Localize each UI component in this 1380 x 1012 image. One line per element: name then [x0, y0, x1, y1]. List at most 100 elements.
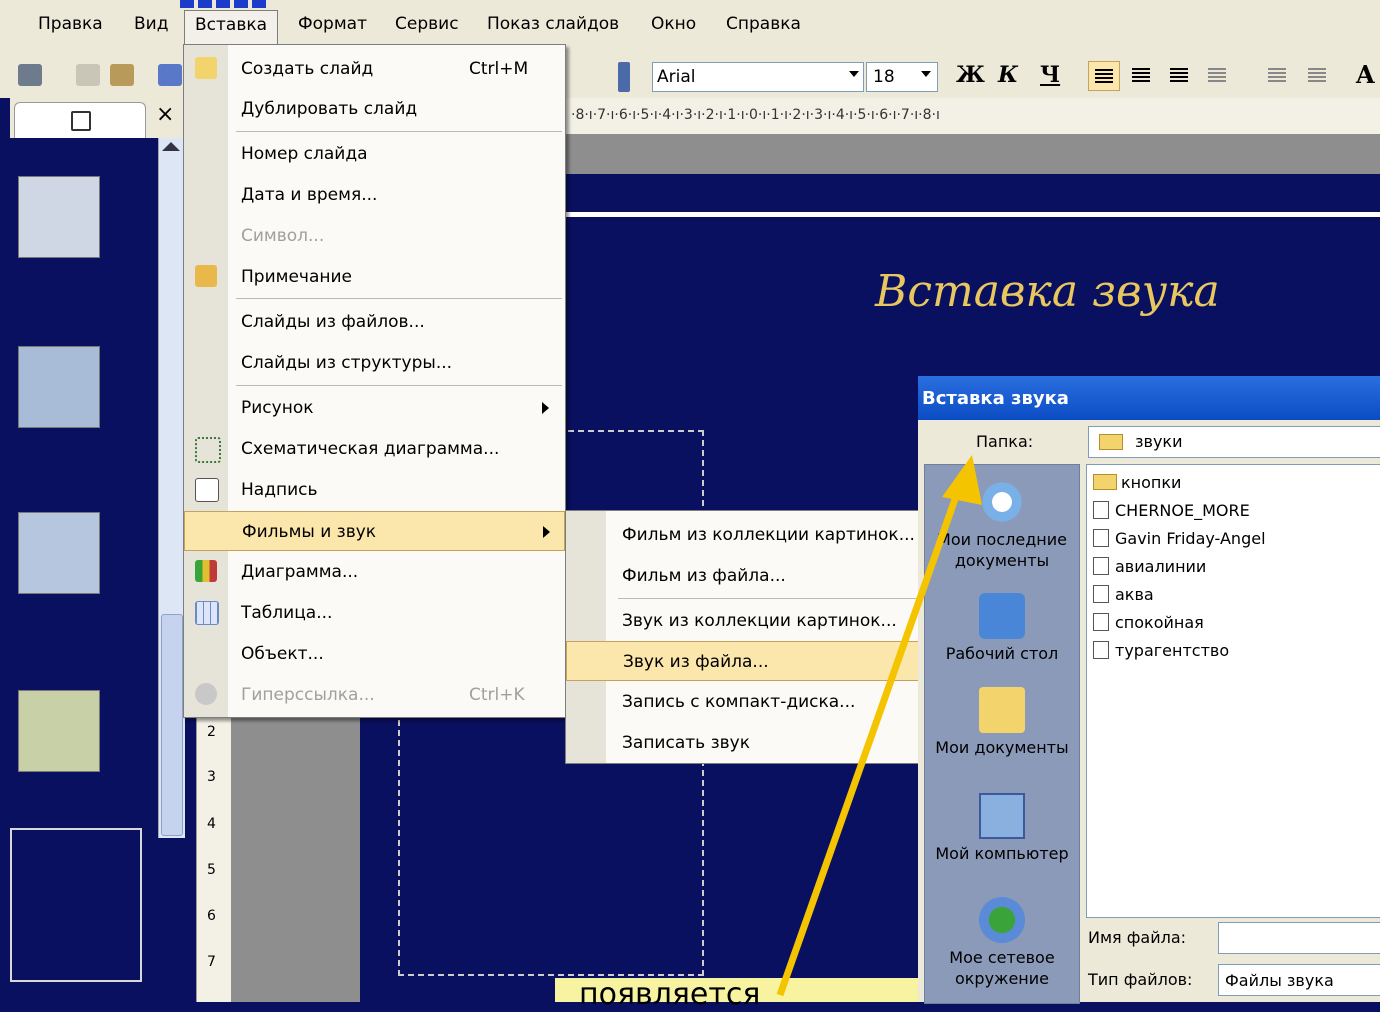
menu-item-textbox[interactable]: Надпись	[184, 470, 565, 510]
file-name: аква	[1115, 585, 1154, 604]
align-left-icon	[1095, 69, 1113, 83]
folder-icon	[1093, 474, 1117, 490]
slide-thumbnail-selected[interactable]	[10, 828, 142, 982]
menu-window[interactable]: Окно	[651, 14, 696, 34]
increase-font-button[interactable]: A	[1356, 60, 1375, 89]
italic-button[interactable]: К	[998, 62, 1018, 88]
title-decoration	[180, 0, 270, 8]
menu-tools[interactable]: Сервис	[395, 14, 459, 34]
menu-item-label: Дублировать слайд	[241, 99, 418, 119]
schematic-diagram-icon	[195, 437, 221, 463]
menu-item-label: Примечание	[241, 267, 352, 287]
textbox-icon	[195, 478, 219, 502]
menu-item-table[interactable]: Таблица...	[184, 593, 565, 633]
scroll-up-icon[interactable]	[162, 142, 180, 151]
menu-item-chart[interactable]: Диаграмма...	[184, 552, 565, 592]
thumbnails-scrollbar[interactable]	[158, 138, 185, 838]
numbered-list-icon[interactable]	[1268, 68, 1286, 82]
align-right-icon[interactable]	[1170, 68, 1188, 82]
new-slide-icon	[195, 57, 217, 79]
arrow-shaft	[776, 483, 964, 997]
slide-thumbnail[interactable]	[10, 486, 142, 640]
ruler-marks: ·8·ı·7·ı·6·ı·5·ı·4·ı·3·ı·2·ı·1·ı·0·ı·1·ı…	[571, 107, 940, 123]
print-icon[interactable]	[18, 64, 42, 86]
thumbnail-image	[18, 690, 100, 772]
tab-slides[interactable]	[14, 102, 146, 139]
table-icon	[195, 601, 219, 625]
bold-button[interactable]: Ж	[956, 62, 985, 88]
slide-thumbnail[interactable]	[10, 664, 142, 812]
menu-item-duplicate-slide[interactable]: Дублировать слайд	[184, 89, 565, 129]
filetype-select[interactable]: Файлы звука	[1218, 964, 1380, 996]
callout-text: появляется	[579, 977, 761, 1012]
sound-file-icon	[1093, 585, 1109, 603]
sound-file-icon	[1093, 613, 1109, 631]
copy-icon[interactable]	[76, 64, 100, 86]
close-panel-button[interactable]: ×	[156, 102, 174, 127]
menu-help[interactable]: Справка	[726, 14, 801, 34]
font-size-value: 18	[873, 67, 895, 87]
align-left-button[interactable]	[1088, 61, 1120, 91]
menu-view[interactable]: Вид	[134, 14, 168, 34]
menu-item-diagram-schematic[interactable]: Схематическая диаграмма...	[184, 429, 565, 469]
undo-icon[interactable]	[158, 64, 182, 86]
menu-item-object[interactable]: Объект...	[184, 634, 565, 674]
menu-item-slides-from-outline[interactable]: Слайды из структуры...	[184, 343, 565, 383]
menu-item-shortcut: Ctrl+K	[469, 685, 525, 705]
list-item[interactable]: кнопки	[1093, 473, 1181, 492]
menu-slideshow[interactable]: Показ слайдов	[487, 14, 619, 34]
scroll-thumb[interactable]	[161, 614, 183, 836]
slide-title[interactable]: Вставка звука	[875, 266, 1220, 317]
menu-item-movies-sounds[interactable]: Фильмы и звук	[184, 511, 565, 551]
vruler-mark: 5	[207, 862, 216, 878]
menu-item-label: Таблица...	[241, 603, 333, 623]
justify-icon[interactable]	[1208, 68, 1226, 82]
submenu-arrow-icon	[542, 402, 549, 414]
align-center-icon[interactable]	[1132, 68, 1150, 82]
list-item[interactable]: CHERNOE_MORE	[1093, 501, 1250, 520]
menu-item-slide-number[interactable]: Номер слайда	[184, 134, 565, 174]
menu-item-slides-from-files[interactable]: Слайды из файлов...	[184, 302, 565, 342]
menu-item-label: Фильмы и звук	[242, 522, 377, 542]
menu-item-label: Диаграмма...	[241, 562, 359, 582]
file-name: турагентство	[1115, 641, 1230, 660]
menu-item-date-time[interactable]: Дата и время...	[184, 175, 565, 215]
slide-thumbnail[interactable]	[10, 150, 142, 304]
list-item[interactable]: аква	[1093, 585, 1154, 604]
list-item[interactable]: спокойная	[1093, 613, 1204, 632]
thumbnail-image	[18, 512, 100, 594]
filename-label: Имя файла:	[1088, 928, 1187, 947]
thumbnail-image	[18, 176, 100, 258]
menu-item-picture[interactable]: Рисунок	[184, 388, 565, 428]
list-item[interactable]: авиалинии	[1093, 557, 1206, 576]
paste-icon[interactable]	[110, 64, 134, 86]
filetype-label: Тип файлов:	[1088, 970, 1193, 989]
folder-select[interactable]: звуки	[1088, 426, 1380, 458]
slide-thumbnail[interactable]	[10, 320, 142, 470]
menu-edit[interactable]: Правка	[38, 14, 103, 34]
bullet-list-icon[interactable]	[1308, 68, 1326, 82]
font-name-select[interactable]: Arial	[652, 62, 864, 92]
menu-item-comment[interactable]: Примечание	[184, 257, 565, 297]
chevron-down-icon	[849, 71, 859, 77]
menu-item-hyperlink[interactable]: Гиперссылка... Ctrl+K	[184, 675, 565, 715]
toolbar-grip[interactable]	[618, 62, 630, 92]
menu-item-label: Номер слайда	[241, 144, 368, 164]
list-item[interactable]: Gavin Friday-Angel	[1093, 529, 1266, 548]
file-name: авиалинии	[1115, 557, 1207, 576]
hyperlink-icon	[195, 683, 217, 705]
menu-item-label: Слайды из структуры...	[241, 353, 453, 373]
chart-icon	[195, 560, 217, 582]
menu-item-new-slide[interactable]: Создать слайд Ctrl+M	[184, 49, 565, 89]
menu-item-symbol[interactable]: Символ...	[184, 216, 565, 256]
vruler-mark: 4	[207, 816, 216, 832]
vruler-mark: 2	[207, 724, 216, 740]
filetype-value: Файлы звука	[1225, 971, 1334, 990]
list-item[interactable]: турагентство	[1093, 641, 1229, 660]
filename-input[interactable]	[1218, 922, 1380, 954]
menu-item-label: Надпись	[241, 480, 318, 500]
font-size-select[interactable]: 18	[866, 62, 938, 92]
dialog-titlebar[interactable]: Вставка звука	[918, 376, 1380, 420]
menu-format[interactable]: Формат	[298, 14, 367, 34]
underline-button[interactable]: Ч	[1040, 62, 1060, 88]
